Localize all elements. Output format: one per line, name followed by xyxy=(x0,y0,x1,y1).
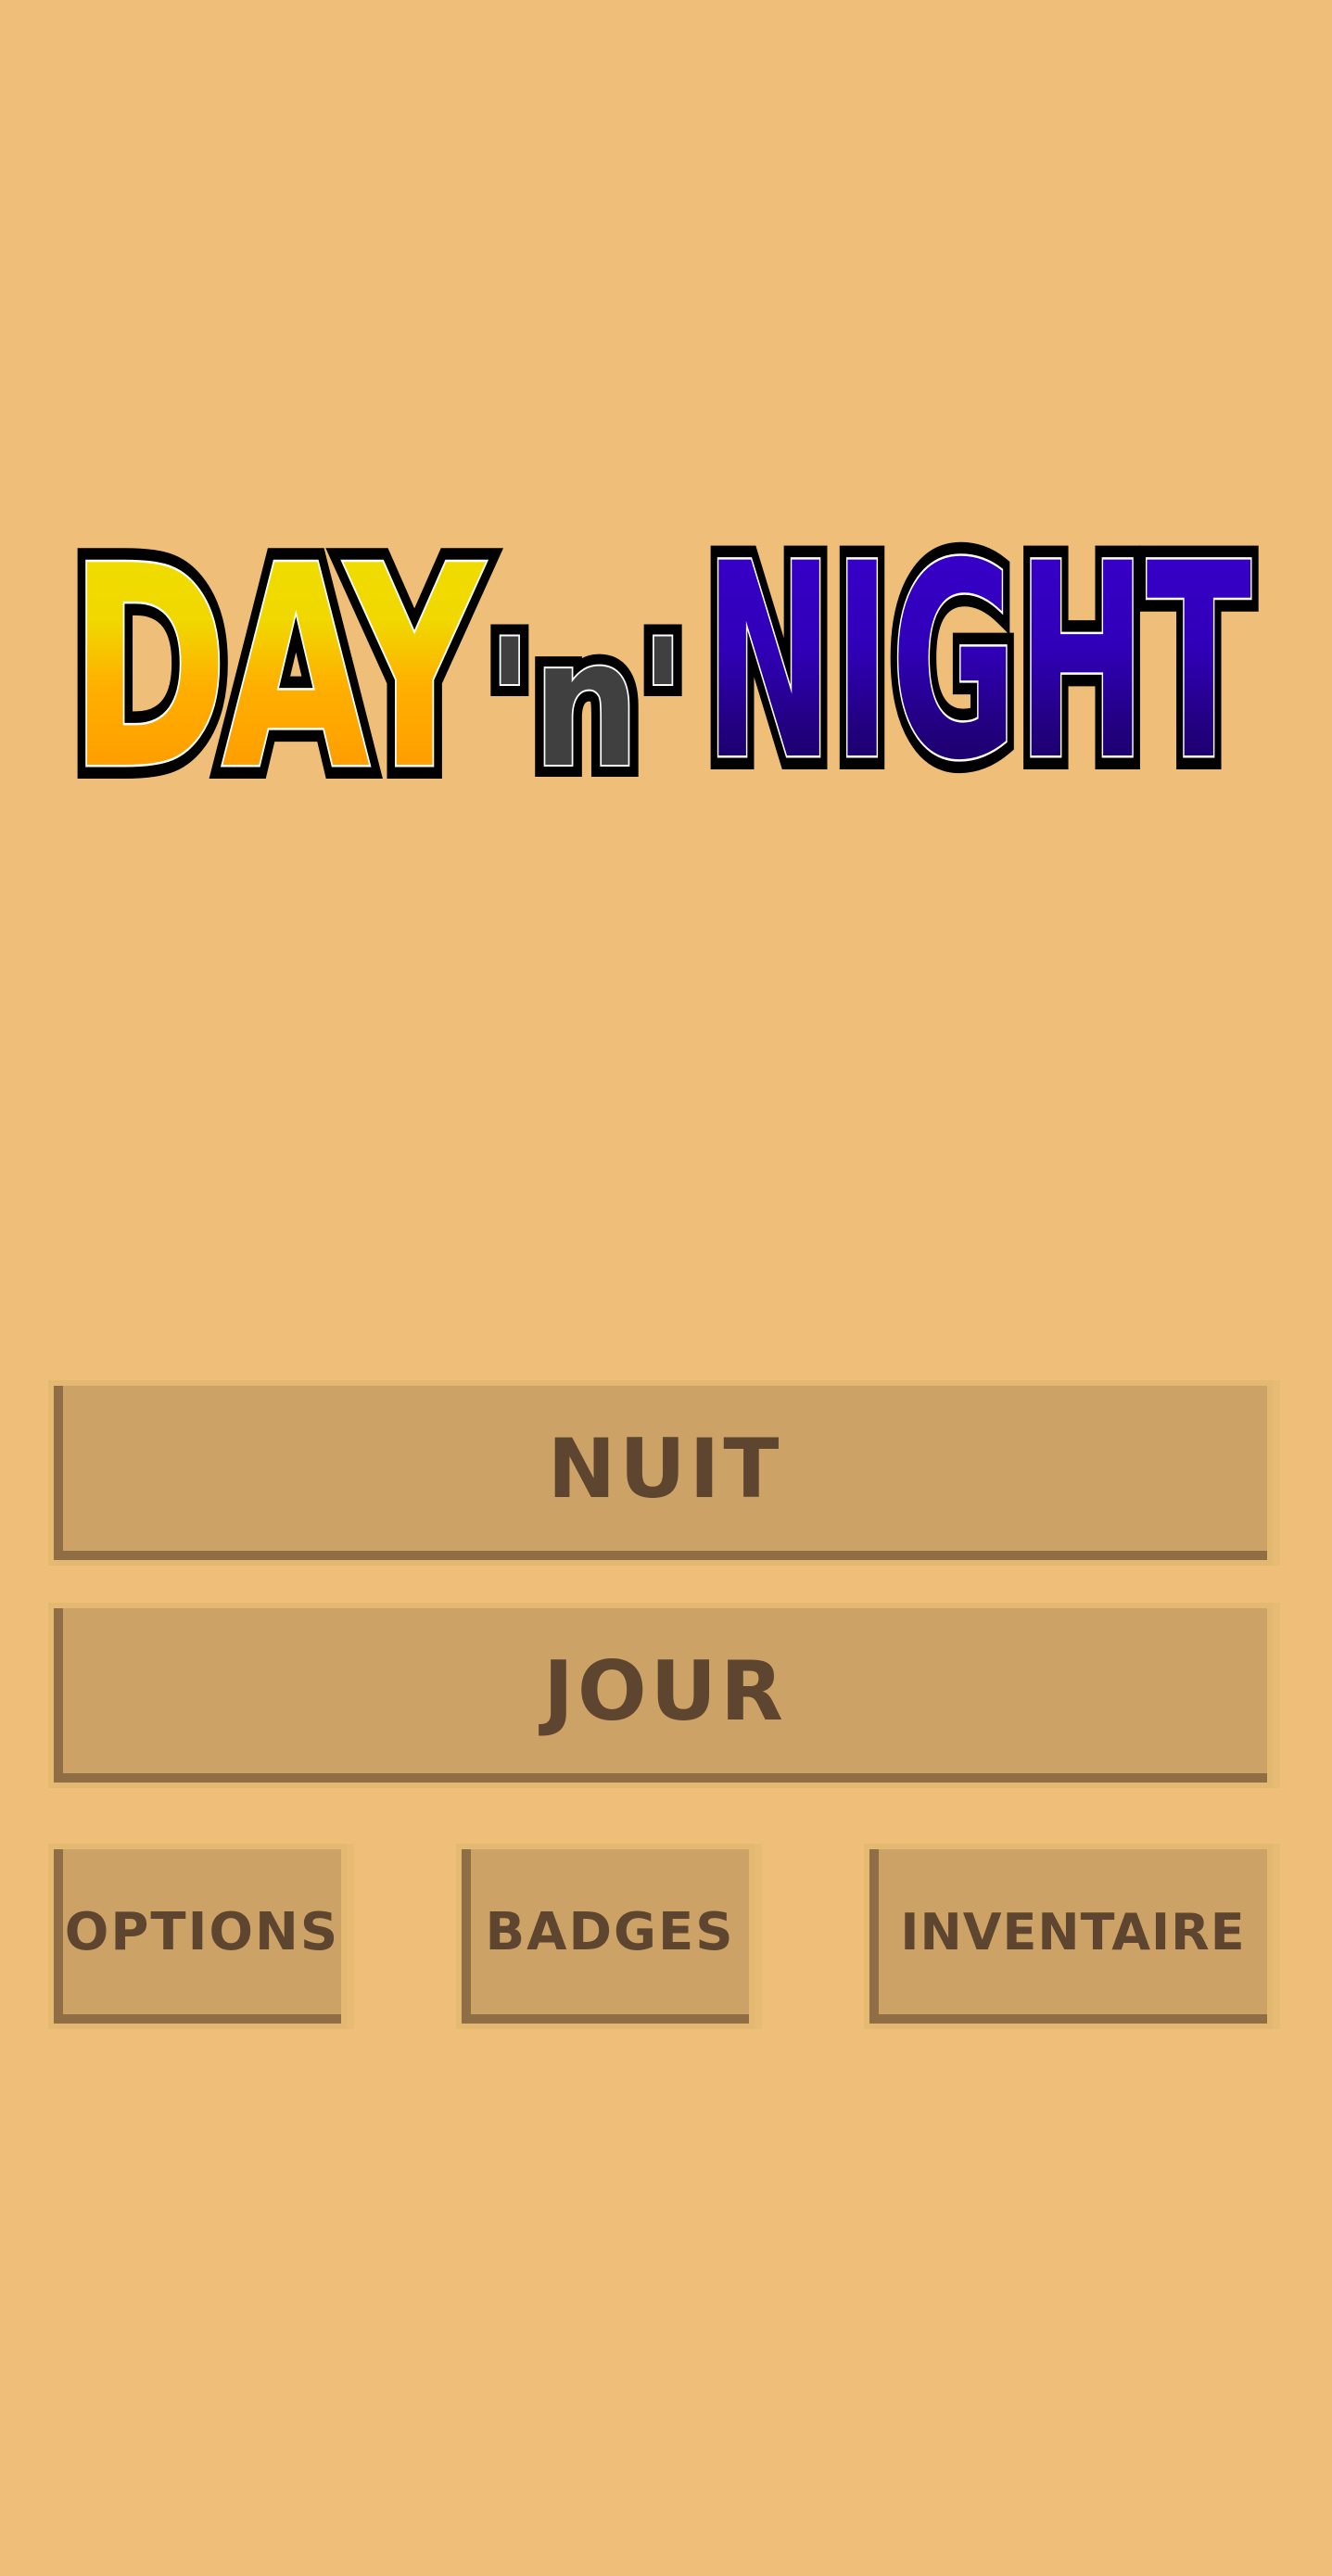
jour-button[interactable]: JOUR xyxy=(54,1608,1267,1783)
nuit-button-label: NUIT xyxy=(547,1420,783,1516)
game-logo: DAY DAY 'n' 'n' NIGHT NIGHT xyxy=(65,487,1270,857)
logo-night-text-inner: NIGHT xyxy=(704,507,1252,819)
badges-button-label: BADGES xyxy=(485,1901,735,1962)
inventaire-button[interactable]: INVENTAIRE xyxy=(869,1849,1267,2024)
badges-button[interactable]: BADGES xyxy=(462,1849,749,2024)
nuit-button[interactable]: NUIT xyxy=(54,1386,1267,1560)
jour-button-label: JOUR xyxy=(543,1643,787,1739)
inventaire-button-label: INVENTAIRE xyxy=(900,1902,1246,1961)
logo-and-text-inner: 'n' xyxy=(487,602,686,806)
options-button[interactable]: OPTIONS xyxy=(54,1849,341,2024)
logo-day-text-inner: DAY xyxy=(70,507,486,831)
options-button-label: OPTIONS xyxy=(64,1901,340,1962)
